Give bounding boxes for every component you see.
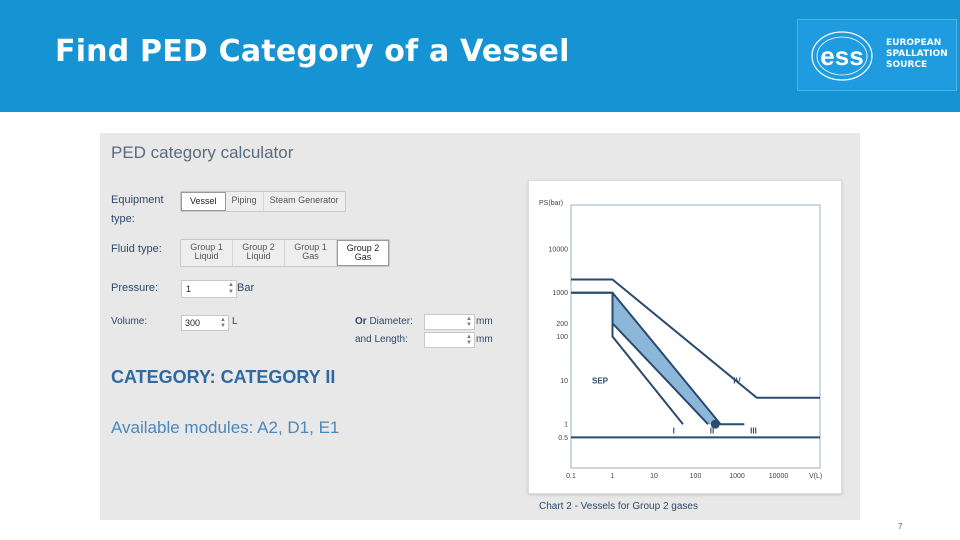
region-label-iv: IV [733, 376, 741, 385]
fluid-type-selector: Group 1 Liquid Group 2 Liquid Group 1 Ga… [180, 239, 390, 267]
y-axis-label: PS(bar) [539, 200, 563, 207]
pressure-input[interactable]: 1 ▲ ▼ [181, 280, 237, 298]
logo-line: SOURCE [886, 60, 928, 70]
equipment-type-selector: Vessel Piping Steam Generator [180, 191, 346, 212]
category-result: CATEGORY: CATEGORY II [111, 367, 336, 387]
logo-mark-text: ess [820, 41, 863, 71]
volume-input[interactable]: 300 ▲ ▼ [181, 315, 229, 331]
pressure-label: Pressure: [111, 282, 159, 294]
volume-stepper-icon[interactable]: ▲ ▼ [219, 317, 227, 329]
fluid-button-line: Liquid [246, 251, 271, 261]
boundary-line-4 [571, 278, 820, 399]
pressure-unit: Bar [237, 282, 255, 294]
boundary-line-1 [571, 291, 709, 425]
volume-label: Volume: [111, 316, 148, 327]
fluid-group2-gas-button[interactable]: Group 2 Gas [337, 240, 389, 266]
x-tick-label: 100 [690, 473, 702, 480]
logo-line: EUROPEAN [886, 38, 942, 48]
calculator-title: PED category calculator [111, 143, 294, 162]
y-tick-label: 10000 [549, 246, 569, 253]
y-tick-label: 1000 [552, 290, 568, 297]
diameter-unit: mm [476, 316, 493, 327]
chart-caption: Chart 2 - Vessels for Group 2 gases [539, 501, 698, 512]
ess-logo-icon: ess [811, 31, 873, 81]
x-tick-label: 0.1 [566, 473, 576, 480]
volume-value: 300 [185, 318, 201, 328]
slide-title: Find PED Category of a Vessel [55, 34, 570, 69]
equipment-piping-button[interactable]: Piping [226, 192, 264, 211]
x-axis-label: V(L) [809, 473, 822, 480]
diameter-label-text: Diameter: [369, 316, 413, 327]
x-tick-label: 1000 [729, 473, 745, 480]
diameter-input[interactable]: ▲ ▼ [424, 314, 475, 330]
equipment-steam-generator-button[interactable]: Steam Generator [264, 192, 345, 211]
ped-calculator-panel: PED category calculator Equipment type: … [100, 133, 860, 520]
y-tick-label: 0.5 [558, 435, 568, 442]
or-label: Or [355, 316, 367, 327]
y-tick-label: 10 [560, 378, 568, 385]
diameter-label: Or Diameter: [355, 316, 413, 327]
fluid-button-line: Gas [302, 251, 319, 261]
x-tick-label: 10000 [769, 473, 789, 480]
y-tick-label: 100 [556, 334, 568, 341]
fluid-type-label: Fluid type: [111, 243, 162, 255]
fluid-button-line: Liquid [194, 251, 219, 261]
region-label-iii: III [750, 426, 757, 435]
length-stepper-icon[interactable]: ▲ ▼ [465, 334, 473, 346]
available-modules: Available modules: A2, D1, E1 [111, 418, 340, 437]
length-unit: mm [476, 334, 493, 345]
fluid-group2-liquid-button[interactable]: Group 2 Liquid [233, 240, 285, 266]
ped-chart-card: PS(bar) V(L) 10000 1000 200 100 10 1 0.5 0.1 1 10 10… [528, 180, 842, 494]
logo-wordmark: EUROPEAN SPALLATION SOURCE [886, 38, 948, 71]
equipment-type-label: Equipment type: [111, 194, 164, 225]
length-label: and Length: [355, 334, 408, 345]
plot-frame [570, 204, 821, 469]
fluid-button-line: Gas [354, 252, 372, 262]
fluid-group1-gas-button[interactable]: Group 1 Gas [285, 240, 337, 266]
page-number: 7 [898, 522, 903, 531]
length-input[interactable]: ▲ ▼ [424, 332, 475, 348]
fluid-group1-liquid-button[interactable]: Group 1 Liquid [181, 240, 233, 266]
volume-unit: L [232, 316, 238, 327]
ped-chart: PS(bar) V(L) 10000 1000 200 100 10 1 0.5 0.1 1 10 10… [539, 200, 822, 480]
region-label-sep: SEP [592, 376, 609, 385]
pressure-value: 1 [186, 284, 192, 294]
equipment-vessel-button[interactable]: Vessel [181, 192, 226, 211]
y-tick-label: 1 [564, 422, 568, 429]
ess-logo: ess EUROPEAN SPALLATION SOURCE [797, 19, 957, 91]
x-tick-label: 1 [611, 473, 615, 480]
selected-point [710, 419, 720, 429]
pressure-stepper-icon[interactable]: ▲ ▼ [227, 282, 235, 296]
y-tick-label: 200 [556, 321, 568, 328]
region-label-i: I [673, 426, 675, 435]
diameter-stepper-icon[interactable]: ▲ ▼ [465, 316, 473, 328]
x-tick-label: 10 [650, 473, 658, 480]
logo-line: SPALLATION [886, 49, 948, 59]
